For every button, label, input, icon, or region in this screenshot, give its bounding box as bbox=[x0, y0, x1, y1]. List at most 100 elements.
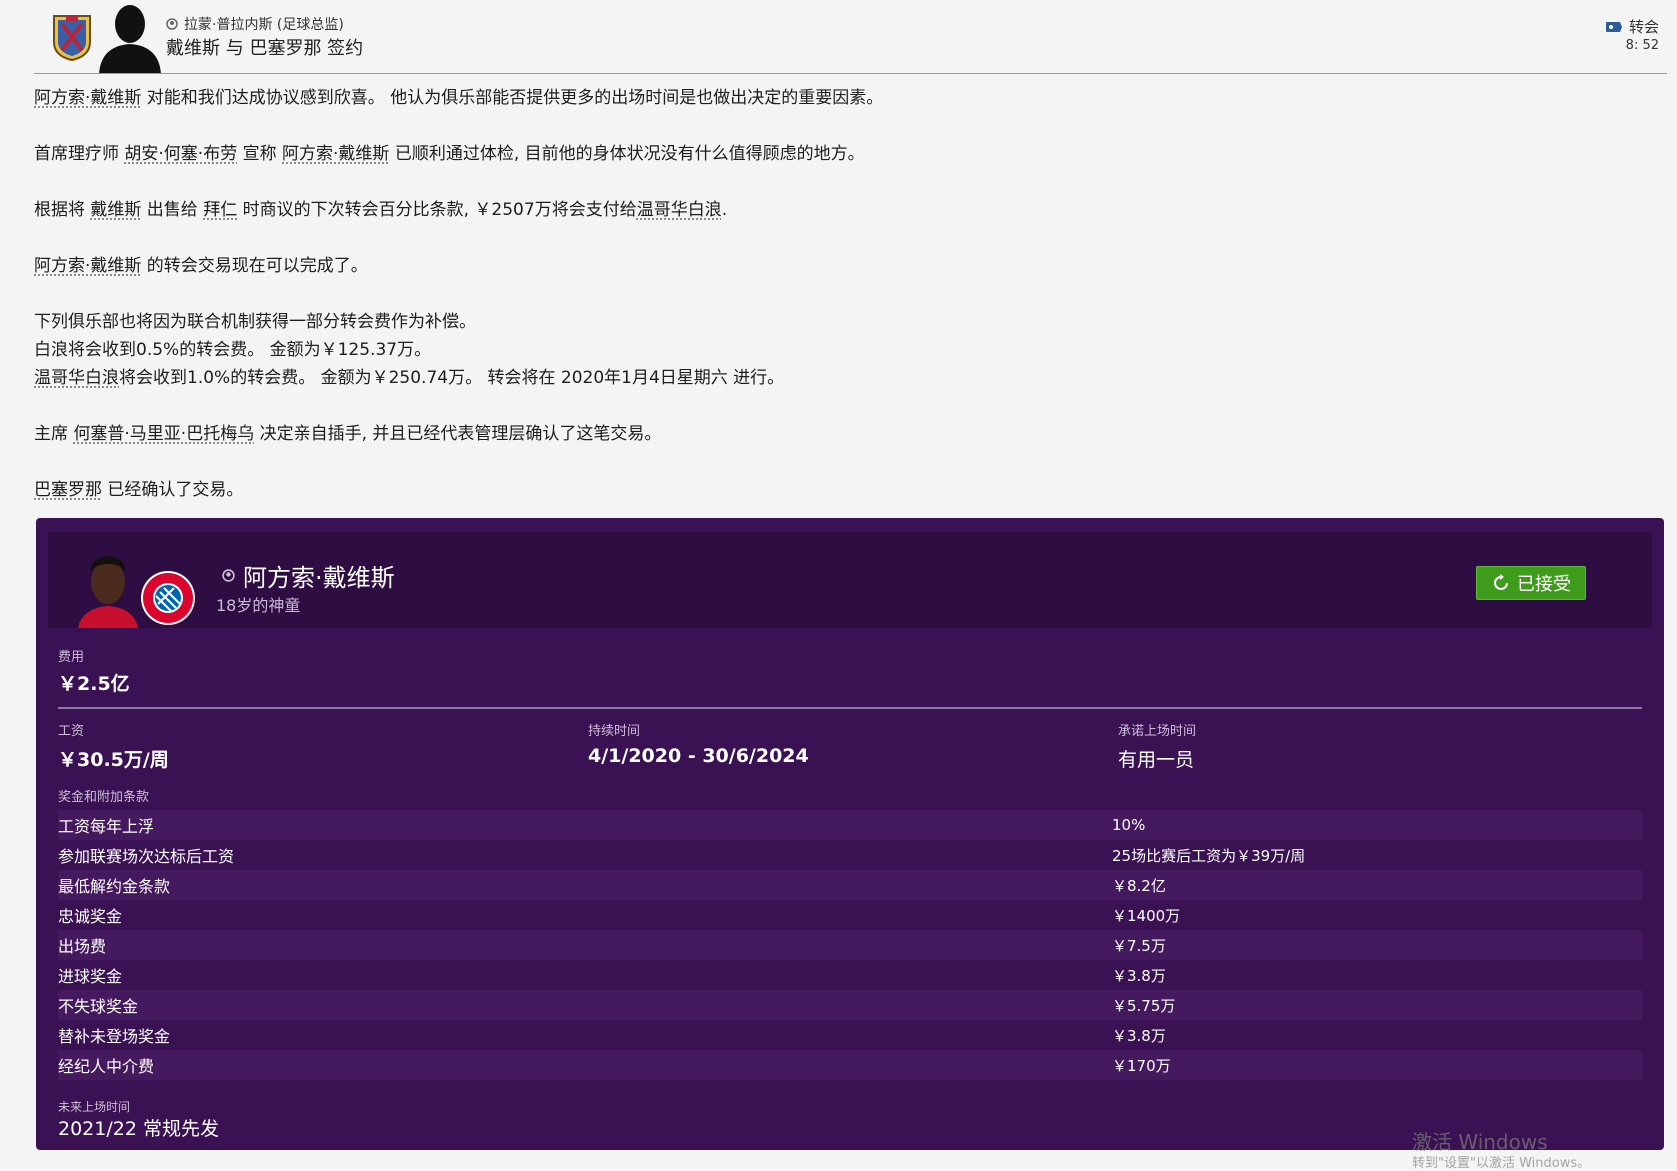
paragraph-7: 巴塞罗那 已经确认了交易。 bbox=[34, 476, 1634, 504]
message-category[interactable]: 转会 bbox=[1605, 16, 1659, 37]
fee-value: ￥2.5亿 bbox=[58, 669, 130, 696]
bonus-row: 最低解约金条款 ￥8.2亿 bbox=[58, 870, 1642, 900]
message-time: 8: 52 bbox=[1626, 38, 1659, 53]
paragraph-text: 主席 bbox=[34, 424, 73, 444]
paragraph-5-line-3: 温哥华白浪将会收到1.0%的转会费。 金额为￥250.74万。 转会将在 202… bbox=[34, 364, 1634, 392]
club-link[interactable]: 拜仁 bbox=[203, 200, 237, 220]
wage-value: ￥30.5万/周 bbox=[58, 745, 169, 772]
person-icon bbox=[166, 18, 178, 30]
bonus-name: 工资每年上浮 bbox=[58, 813, 1112, 837]
bonus-name: 参加联赛场次达标后工资 bbox=[58, 843, 1112, 867]
paragraph-5-line-1: 下列俱乐部也将因为联合机制获得一部分转会费作为补偿。 bbox=[34, 308, 1634, 336]
duration-term: 持续时间 4/1/2020 - 30/6/2024 bbox=[588, 720, 809, 767]
accepted-status-button[interactable]: 已接受 bbox=[1476, 566, 1586, 600]
player-name-row[interactable]: 阿方索·戴维斯 bbox=[222, 558, 395, 593]
player-description: 18岁的神童 bbox=[216, 592, 300, 616]
wage-label: 工资 bbox=[58, 720, 169, 739]
bonus-value: ￥8.2亿 bbox=[1112, 875, 1166, 896]
club-link[interactable]: 巴塞罗那 bbox=[34, 480, 102, 500]
paragraph-text: 宣称 bbox=[237, 144, 282, 164]
paragraph-text: 已顺利通过体检, 目前他的身体状况没有什么值得顾虑的地方。 bbox=[389, 144, 864, 164]
bonus-row: 参加联赛场次达标后工资 25场比赛后工资为￥39万/周 bbox=[58, 840, 1642, 870]
paragraph-text: . bbox=[722, 200, 727, 220]
fee-label: 费用 bbox=[58, 646, 130, 665]
contract-terms: 工资 ￥30.5万/周 持续时间 4/1/2020 - 30/6/2024 承诺… bbox=[58, 720, 1642, 770]
paragraph-text: 根据将 bbox=[34, 200, 90, 220]
chairman-link[interactable]: 何塞普·马里亚·巴托梅乌 bbox=[73, 424, 254, 444]
wage-term: 工资 ￥30.5万/周 bbox=[58, 720, 169, 772]
bonus-value: ￥170万 bbox=[1112, 1055, 1171, 1076]
bonus-value: ￥3.8万 bbox=[1112, 1025, 1166, 1046]
duration-label: 持续时间 bbox=[588, 720, 809, 739]
club-link[interactable]: 温哥华白浪 bbox=[34, 368, 119, 388]
bonus-row: 忠诚奖金 ￥1400万 bbox=[58, 900, 1642, 930]
bonus-name: 进球奖金 bbox=[58, 963, 1112, 987]
bonus-name: 出场费 bbox=[58, 933, 1112, 957]
bayern-badge-icon[interactable] bbox=[140, 570, 196, 626]
bonus-name: 忠诚奖金 bbox=[58, 903, 1112, 927]
message-body: 阿方索·戴维斯 对能和我们达成协议感到欣喜。 他认为俱乐部能否提供更多的出场时间… bbox=[34, 84, 1634, 532]
bonus-row: 出场费 ￥7.5万 bbox=[58, 930, 1642, 960]
paragraph-text: 对能和我们达成协议感到欣喜。 他认为俱乐部能否提供更多的出场时间是也做出决定的重… bbox=[141, 88, 883, 108]
sender-line[interactable]: 拉蒙·普拉内斯 (足球总监) bbox=[166, 14, 344, 34]
message-header: 拉蒙·普拉内斯 (足球总监) 戴维斯 与 巴塞罗那 签约 转会 8: 52 bbox=[0, 0, 1677, 74]
fee-divider bbox=[58, 707, 1642, 709]
paragraph-1: 阿方索·戴维斯 对能和我们达成协议感到欣喜。 他认为俱乐部能否提供更多的出场时间… bbox=[34, 84, 1634, 112]
bonus-value: ￥3.8万 bbox=[1112, 965, 1166, 986]
bonus-value: ￥1400万 bbox=[1112, 905, 1180, 926]
player-link[interactable]: 阿方索·戴维斯 bbox=[282, 144, 389, 164]
paragraph-4: 阿方索·戴维斯 的转会交易现在可以完成了。 bbox=[34, 252, 1634, 280]
player-link[interactable]: 戴维斯 bbox=[90, 200, 141, 220]
bonus-name: 替补未登场奖金 bbox=[58, 1023, 1112, 1047]
club-link[interactable]: 温哥华白浪 bbox=[637, 200, 722, 220]
paragraph-text: 出售给 bbox=[141, 200, 203, 220]
paragraph-text: 决定亲自插手, 并且已经代表管理层确认了这笔交易。 bbox=[254, 424, 661, 444]
bonus-value: 10% bbox=[1112, 816, 1145, 834]
player-photo[interactable] bbox=[74, 546, 142, 628]
paragraph-text: 已经确认了交易。 bbox=[102, 480, 243, 500]
transfer-tag-icon bbox=[1605, 21, 1623, 33]
playtime-label: 承诺上场时间 bbox=[1118, 720, 1196, 739]
windows-activation-watermark: 激活 Windows bbox=[1412, 1126, 1548, 1155]
playtime-value: 有用一员 bbox=[1118, 745, 1196, 772]
person-icon bbox=[222, 569, 235, 582]
refresh-icon bbox=[1491, 573, 1511, 593]
future-playtime-value: 2021/22 常规先发 bbox=[58, 1114, 219, 1141]
bonus-table: 工资每年上浮 10% 参加联赛场次达标后工资 25场比赛后工资为￥39万/周 最… bbox=[58, 810, 1642, 1080]
bonus-value: ￥7.5万 bbox=[1112, 935, 1166, 956]
paragraph-5-line-2: 白浪将会收到0.5%的转会费。 金额为￥125.37万。 bbox=[34, 336, 1634, 364]
sender-name[interactable]: 拉蒙·普拉内斯 (足球总监) bbox=[184, 14, 344, 34]
player-name[interactable]: 阿方索·戴维斯 bbox=[243, 558, 395, 593]
player-link[interactable]: 阿方索·戴维斯 bbox=[34, 88, 141, 108]
paragraph-6: 主席 何塞普·马里亚·巴托梅乌 决定亲自插手, 并且已经代表管理层确认了这笔交易… bbox=[34, 420, 1634, 448]
bonus-value: 25场比赛后工资为￥39万/周 bbox=[1112, 845, 1305, 866]
fee-block: 费用 ￥2.5亿 bbox=[58, 646, 130, 696]
bonus-row: 不失球奖金 ￥5.75万 bbox=[58, 990, 1642, 1020]
bonus-value: ￥5.75万 bbox=[1112, 995, 1175, 1016]
paragraph-3: 根据将 戴维斯 出售给 拜仁 时商议的下次转会百分比条款, ￥2507万将会支付… bbox=[34, 196, 1634, 224]
bonus-section-title: 奖金和附加条款 bbox=[58, 786, 149, 805]
bonus-row: 替补未登场奖金 ￥3.8万 bbox=[58, 1020, 1642, 1050]
message-subject: 戴维斯 与 巴塞罗那 签约 bbox=[166, 34, 363, 60]
bonus-row: 进球奖金 ￥3.8万 bbox=[58, 960, 1642, 990]
club-crest-icon bbox=[50, 12, 94, 62]
bonus-name: 经纪人中介费 bbox=[58, 1053, 1112, 1077]
paragraph-text: 的转会交易现在可以完成了。 bbox=[141, 256, 367, 276]
playtime-term: 承诺上场时间 有用一员 bbox=[1118, 720, 1196, 772]
paragraph-text: 时商议的下次转会百分比条款, ￥2507万将会支付给 bbox=[237, 200, 636, 220]
paragraph-text: 首席理疗师 bbox=[34, 144, 124, 164]
paragraph-text: 将会收到1.0%的转会费。 金额为￥250.74万。 转会将在 2020年1月4… bbox=[119, 368, 784, 388]
paragraph-2: 首席理疗师 胡安·何塞·布劳 宣称 阿方索·戴维斯 已顺利通过体检, 目前他的身… bbox=[34, 140, 1634, 168]
header-divider bbox=[34, 73, 1667, 74]
category-label: 转会 bbox=[1629, 16, 1659, 37]
duration-value: 4/1/2020 - 30/6/2024 bbox=[588, 745, 809, 767]
bonus-name: 最低解约金条款 bbox=[58, 873, 1112, 897]
future-playtime-label: 未来上场时间 bbox=[58, 1098, 130, 1115]
status-label: 已接受 bbox=[1517, 570, 1571, 596]
contract-card: 阿方索·戴维斯 18岁的神童 已接受 费用 ￥2.5亿 工资 ￥30.5万/周 … bbox=[36, 518, 1664, 1150]
bonus-row: 经纪人中介费 ￥170万 bbox=[58, 1050, 1642, 1080]
physio-link[interactable]: 胡安·何塞·布劳 bbox=[124, 144, 237, 164]
contract-card-header: 阿方索·戴维斯 18岁的神童 已接受 bbox=[48, 532, 1652, 628]
player-link[interactable]: 阿方索·戴维斯 bbox=[34, 256, 141, 276]
bonus-name: 不失球奖金 bbox=[58, 993, 1112, 1017]
